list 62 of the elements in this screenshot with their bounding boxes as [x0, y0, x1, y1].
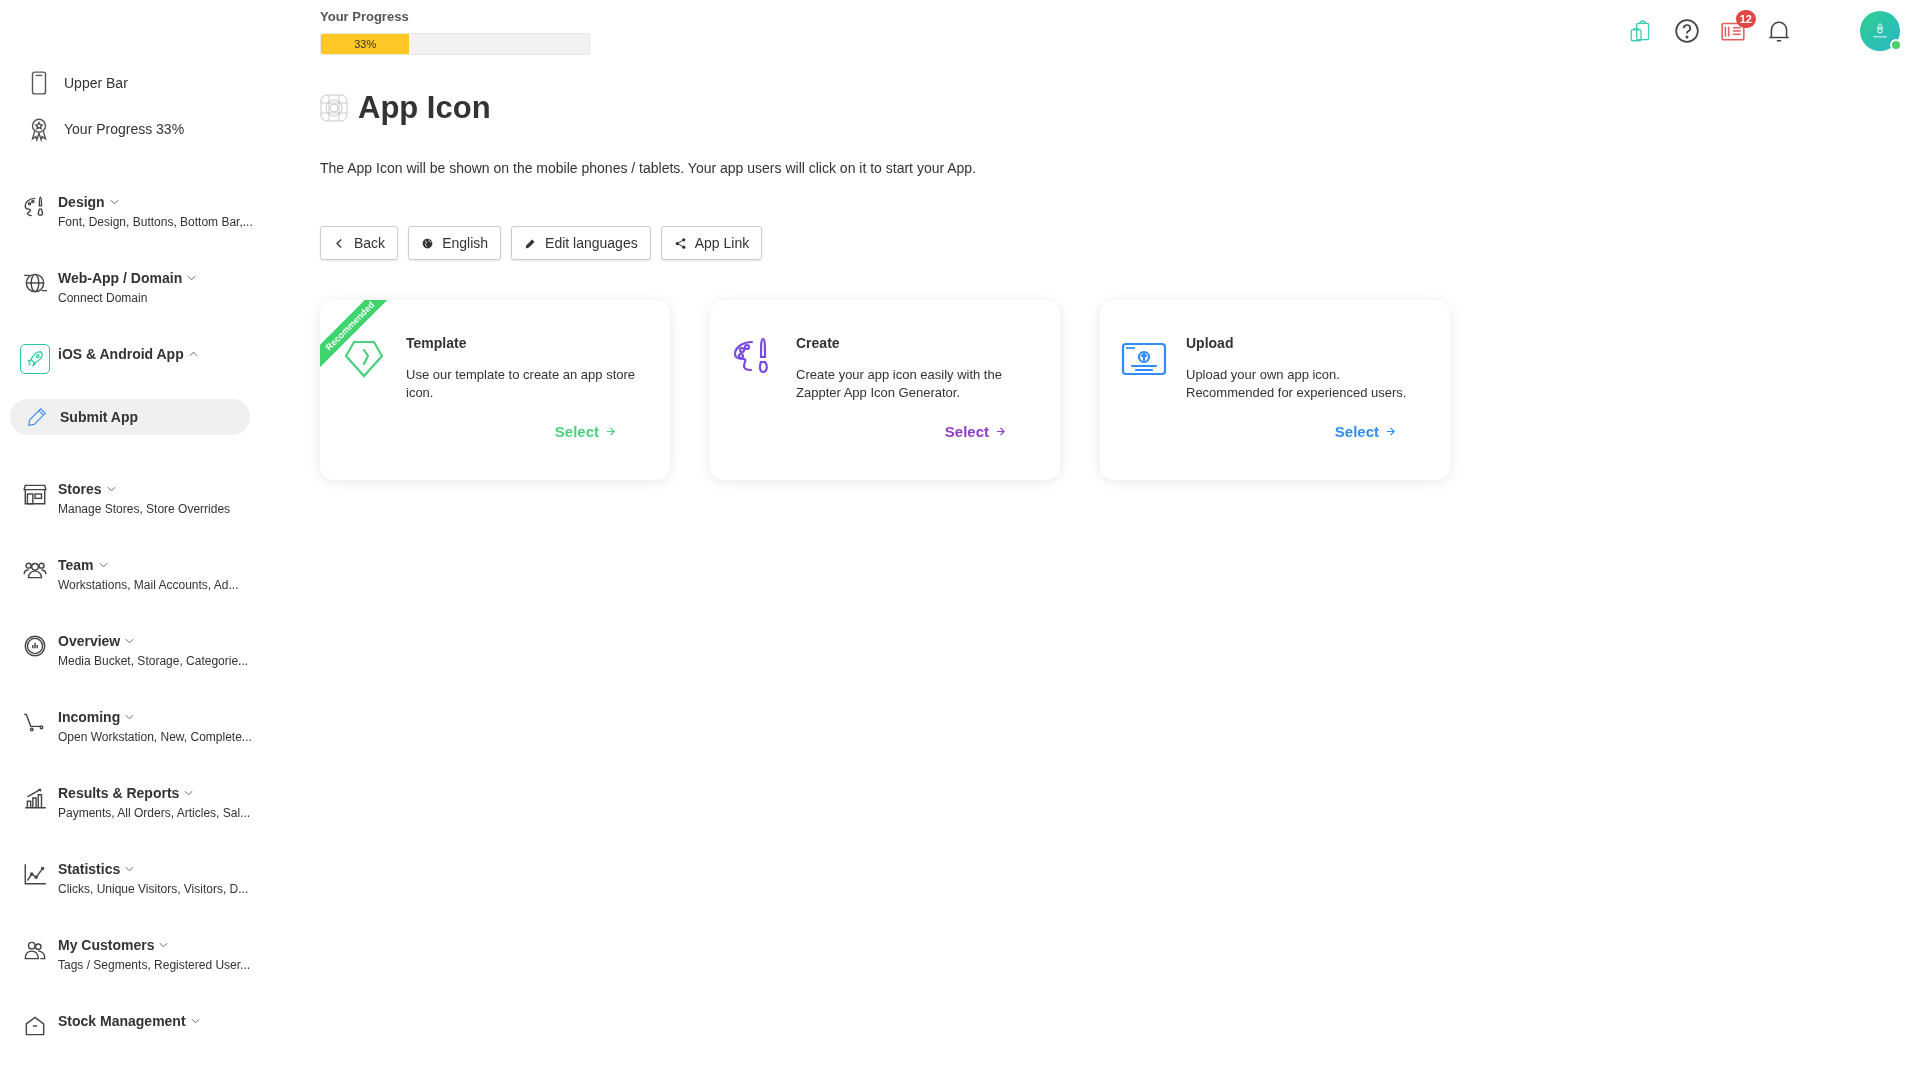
sidebar-group-subtitle: Workstations, Mail Accounts, Ad... [58, 578, 239, 592]
sidebar-group-title: Incoming [58, 709, 121, 725]
notification-count-badge: 12 [1735, 10, 1756, 28]
sidebar-group-title: Overview [58, 633, 121, 649]
page-description: The App Icon will be shown on the mobile phones / tablets. Your app users will click on it to start your App. [320, 160, 978, 176]
edit-button[interactable]: Edit languages [511, 226, 651, 260]
back-button[interactable]: Back [320, 226, 399, 260]
sidebar-subitem[interactable]: Submit App [10, 399, 250, 435]
card-title: Upload [1186, 335, 1235, 351]
sidebar-group-title: Stores [58, 481, 102, 497]
sidebar-group[interactable]: iOS & Android App [10, 344, 260, 374]
card-description: Create your app icon easily with the Zappter App Icon Generator. [796, 366, 1003, 402]
sidebar-group[interactable]: Overview Media Bucket, Storage, Categorie... [10, 631, 260, 668]
progress-reading: 33% [353, 37, 378, 52]
card-title: Create [796, 335, 841, 351]
share-button[interactable]: App Link [660, 226, 763, 260]
sidebar-group[interactable]: Incoming Open Workstation, New, Complete... [10, 707, 260, 744]
sidebar-group-subtitle: Tags / Segments, Registered User... [58, 958, 251, 972]
arrow-right-icon [1385, 426, 1396, 437]
arrow-right-icon [605, 426, 616, 437]
sidebar-link[interactable]: Upper Bar [10, 70, 260, 96]
sidebar-group-title: Web-App / Domain [58, 270, 183, 286]
card-title: Template [406, 335, 468, 351]
sidebar-group-title: Statistics [58, 861, 121, 877]
sidebar-icon [22, 861, 48, 887]
avatar[interactable] [1860, 11, 1900, 51]
sidebar-group-title: Results & Reports [58, 785, 180, 801]
sidebar-group-subtitle: Payments, All Orders, Articles, Sal... [58, 806, 251, 820]
sidebar-group[interactable]: Stock Management [10, 1011, 260, 1041]
sidebar-group-subtitle: Clicks, Unique Visitors, Visitors, D... [58, 882, 249, 896]
sidebar-group[interactable]: Team Workstations, Mail Accounts, Ad... [10, 555, 260, 592]
share-icon [673, 236, 687, 250]
sidebar-group[interactable]: Design Font, Design, Buttons, Bottom Bar,... [10, 192, 260, 229]
pencil-icon [26, 406, 48, 428]
globe-icon [421, 236, 435, 250]
sidebar-group-subtitle: Open Workstation, New, Complete... [58, 730, 252, 744]
select-link[interactable]: Select [944, 423, 1006, 440]
arrow-right-icon [995, 426, 1006, 437]
sidebar-group[interactable]: Statistics Clicks, Unique Visitors, Visitors, D... [10, 859, 260, 896]
sidebar-group[interactable]: My Customers Tags / Segments, Registered User... [10, 935, 260, 972]
sidebar-group[interactable]: Results & Reports Payments, All Orders, Articles, Sal... [10, 783, 260, 820]
sidebar-group-subtitle: Media Bucket, Storage, Categorie... [58, 654, 249, 668]
sidebar-group-subtitle: Manage Stores, Store Overrides [58, 502, 231, 516]
sidebar-group-title: iOS & Android App [58, 346, 184, 362]
sidebar-group[interactable]: Web-App / Domain Connect Domain [10, 268, 260, 305]
sidebar-group-title: My Customers [58, 937, 155, 953]
card-description: Use our template to create an app store icon. [406, 366, 636, 402]
page-title: App Icon [358, 90, 491, 126]
card-description: Upload your own app icon. Recommended for experienced users. [1186, 366, 1408, 402]
sidebar-link[interactable]: Your Progress 33% [10, 116, 260, 142]
sidebar-group-subtitle: Font, Design, Buttons, Bottom Bar,... [58, 215, 253, 229]
sidebar-group-title: Team [58, 557, 94, 573]
sidebar-group[interactable]: Stores Manage Stores, Store Overrides [10, 479, 260, 516]
sidebar-group-title: Stock Management [58, 1013, 186, 1029]
help-icon[interactable] [1674, 18, 1700, 44]
sidebar-group-title: Design [58, 194, 105, 210]
rocket-icon [1870, 21, 1890, 41]
app-icon-grid-icon [320, 94, 348, 122]
sidebar-icon [22, 633, 48, 659]
globe-button[interactable]: English [408, 226, 502, 260]
progress-label: Your Progress [320, 9, 410, 24]
sidebar-group-subtitle: Connect Domain [58, 291, 149, 305]
